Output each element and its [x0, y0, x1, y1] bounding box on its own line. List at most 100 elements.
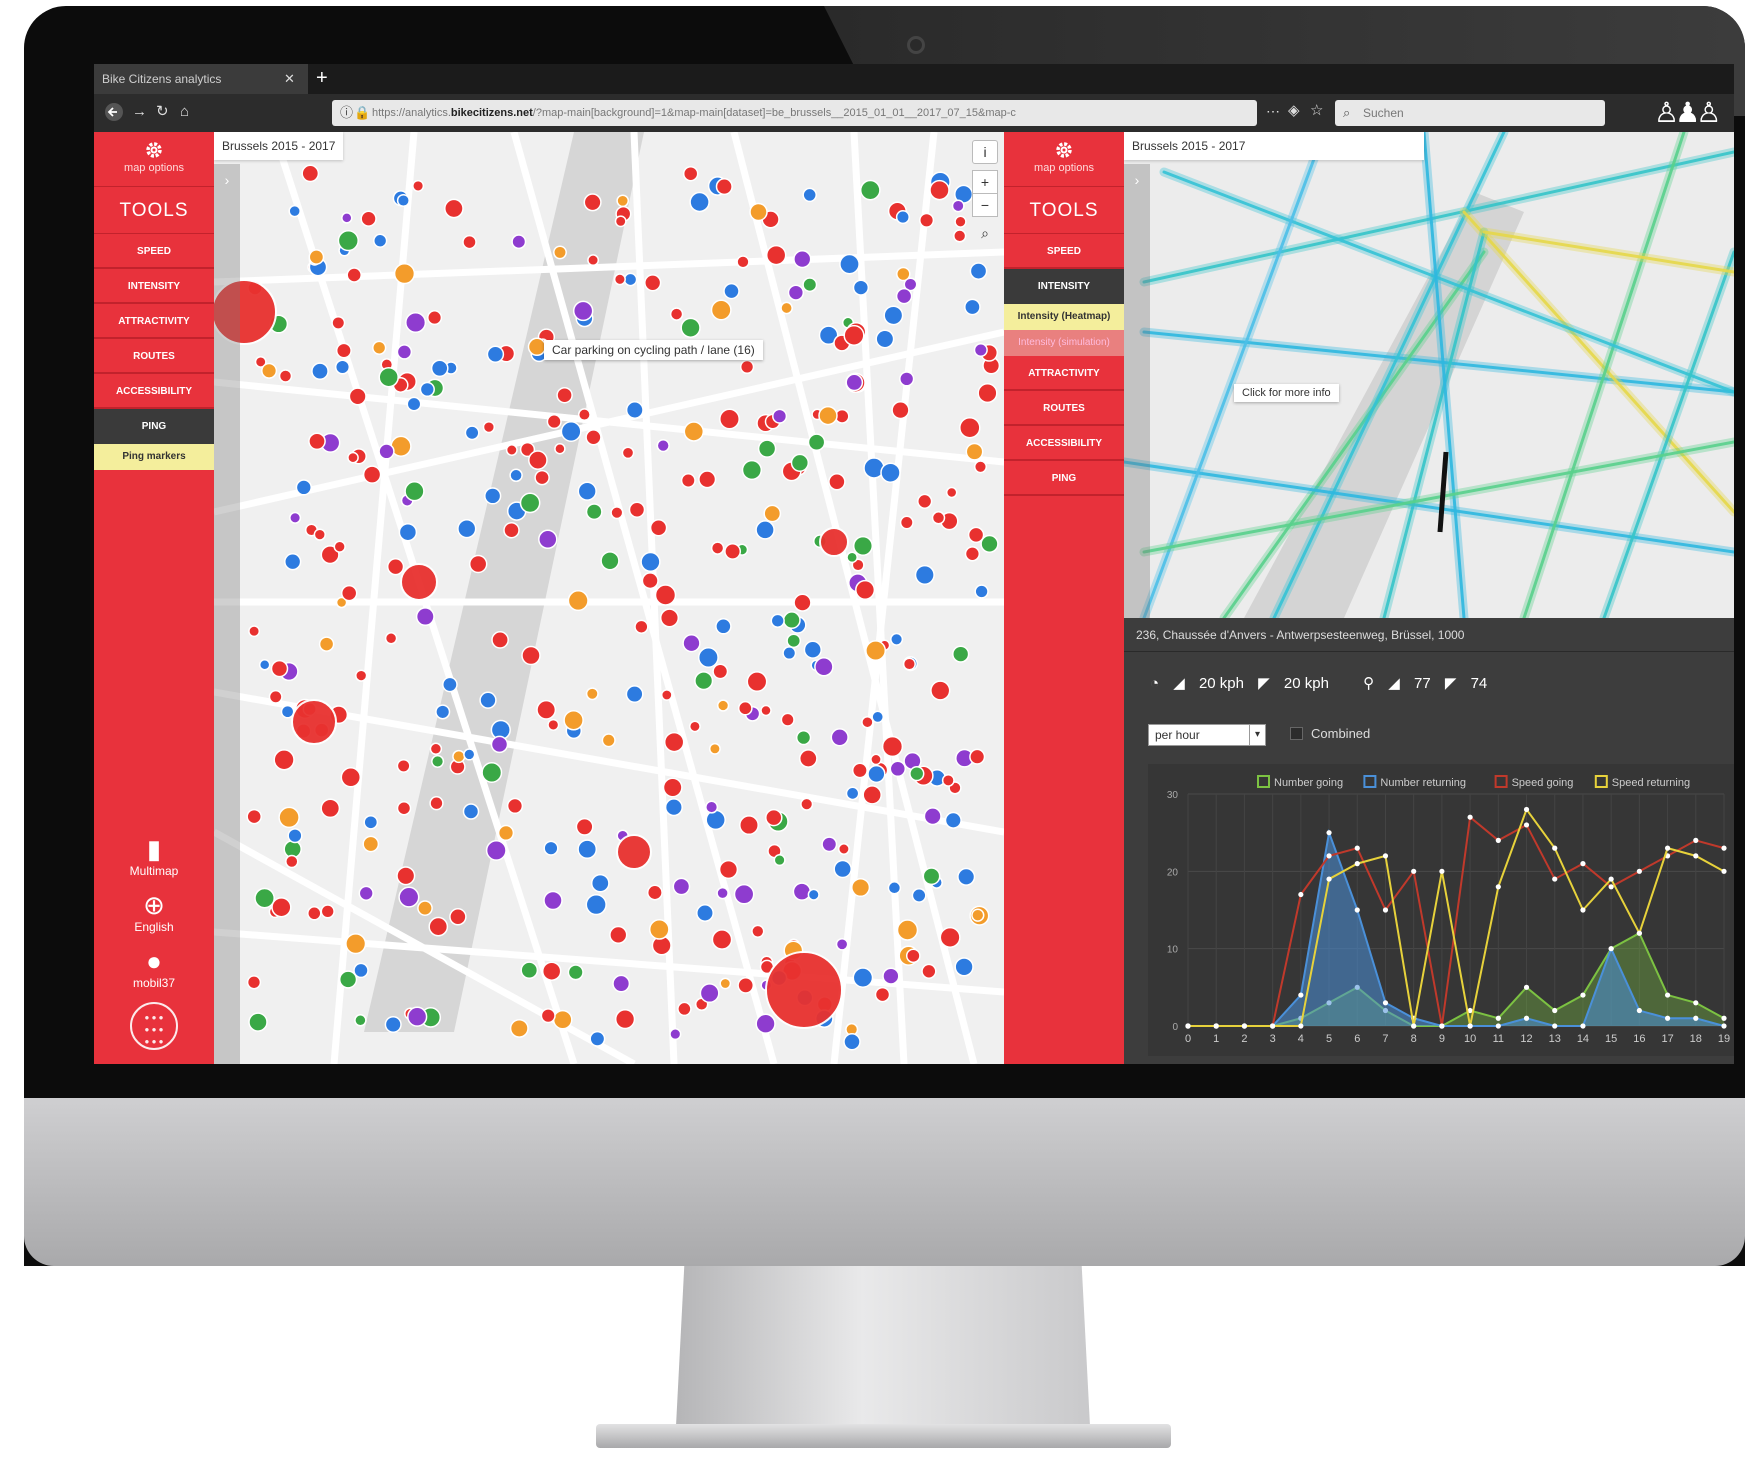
data-point — [1185, 1023, 1191, 1029]
page-actions-icon[interactable]: ⋯ — [1266, 101, 1280, 121]
ping-marker — [641, 572, 659, 590]
ping-marker — [719, 408, 740, 430]
tool-ping-right[interactable]: PING — [1004, 461, 1124, 496]
people-silhouette-icon: ♙♟♙ — [1654, 97, 1721, 128]
ping-marker — [846, 551, 858, 564]
y-tick-label: 30 — [1167, 790, 1179, 801]
ping-marker — [348, 387, 367, 406]
ping-marker — [552, 1009, 573, 1030]
forward-icon[interactable]: → — [132, 102, 147, 122]
tool-intensity-heatmap[interactable]: Intensity (Heatmap) — [1004, 304, 1124, 330]
tool-ping[interactable]: PING — [94, 409, 214, 444]
gear-icon — [146, 142, 162, 158]
magnifier-icon[interactable]: ⌕ — [972, 222, 998, 244]
ping-marker — [741, 459, 763, 481]
ping-marker — [708, 742, 721, 755]
tool-routes-right[interactable]: ROUTES — [1004, 391, 1124, 426]
ping-marker — [716, 886, 729, 900]
heatmap-street — [1272, 132, 1506, 618]
ping-marker — [567, 590, 589, 612]
ping-map[interactable]: Brussels 2015 - 2017 › i + − ⌕ Car parki… — [214, 132, 1004, 1064]
new-tab-button[interactable]: + — [316, 64, 328, 92]
data-point — [1580, 1023, 1586, 1029]
ping-marker — [899, 515, 914, 530]
ping-map-canvas[interactable] — [214, 132, 1004, 1064]
bike-citizens-logo[interactable]: ● ● ● ● ● ● ● ● ● — [130, 1002, 178, 1050]
pocket-icon[interactable]: ◈ — [1288, 101, 1300, 121]
bookmark-star-icon[interactable]: ☆ — [1310, 101, 1323, 121]
tool-speed-right[interactable]: SPEED — [1004, 234, 1124, 269]
data-point — [1552, 845, 1558, 851]
data-point — [1326, 876, 1332, 882]
ping-marker — [664, 798, 683, 817]
left-sidebar-footer: ▮ Multimap ⊕ English ● mobil37 ● ● ● ● ● … — [94, 834, 214, 1064]
ping-tooltip: Car parking on cycling path / lane (16) — [544, 340, 763, 360]
home-icon[interactable]: ⌂ — [180, 102, 189, 122]
map-options-button-right[interactable]: map options — [1004, 132, 1124, 174]
expand-panel-button[interactable]: › — [214, 164, 240, 1064]
ping-marker — [396, 193, 410, 208]
data-point — [1523, 1015, 1530, 1021]
tool-routes[interactable]: ROUTES — [94, 339, 214, 374]
ping-marker — [541, 961, 562, 981]
ping-marker — [427, 310, 443, 326]
chevron-right-icon: › — [224, 172, 230, 188]
multimap-button[interactable]: ▮ Multimap — [94, 834, 214, 878]
data-point — [1382, 853, 1389, 859]
ping-marker — [301, 164, 320, 183]
user-button[interactable]: ● mobil37 — [94, 946, 214, 990]
period-select[interactable]: per hour ▾ — [1148, 724, 1266, 746]
ping-marker — [792, 882, 812, 901]
ping-marker — [634, 619, 649, 634]
url-domain: bikecitizens.net — [450, 107, 533, 119]
tool-attractivity[interactable]: ATTRACTIVITY — [94, 304, 214, 339]
zoom-out-button[interactable]: − — [972, 193, 998, 217]
map-info-button[interactable]: i — [972, 140, 998, 164]
combined-checkbox[interactable]: Combined — [1290, 726, 1370, 741]
tool-accessibility-right[interactable]: ACCESSIBILITY — [1004, 426, 1124, 461]
ping-marker — [875, 329, 895, 349]
search-input[interactable]: ⌕ Suchen — [1335, 100, 1605, 126]
tool-intensity-simulation[interactable]: Intensity (simulation) — [1004, 330, 1124, 356]
ping-marker — [951, 199, 965, 213]
ping-marker — [482, 420, 496, 434]
ping-marker — [689, 191, 710, 213]
tool-ping-markers[interactable]: Ping markers — [94, 444, 214, 470]
tool-intensity-right[interactable]: INTENSITY — [1004, 269, 1124, 304]
back-icon[interactable] — [104, 102, 124, 128]
ping-marker — [610, 506, 624, 520]
browser-tab-bar: Bike Citizens analytics ✕ + — [94, 64, 1734, 94]
heatmap-canvas[interactable] — [1124, 132, 1734, 618]
tool-intensity[interactable]: INTENSITY — [94, 269, 214, 304]
ping-marker — [881, 735, 904, 758]
zoom-in-button[interactable]: + — [972, 170, 998, 194]
reload-icon[interactable]: ↻ — [156, 102, 169, 122]
data-point — [1213, 1023, 1219, 1029]
ping-marker — [393, 262, 416, 285]
monitor-base — [596, 1424, 1171, 1448]
ping-marker — [780, 301, 793, 315]
url-bar[interactable]: ⓘ 🔒 https://analytics.bikecitizens.net/?… — [332, 100, 1257, 126]
tool-speed[interactable]: SPEED — [94, 234, 214, 269]
map-options-button[interactable]: map options — [94, 132, 214, 174]
ping-marker — [802, 277, 818, 293]
ping-marker — [715, 178, 733, 196]
ping-marker — [519, 492, 541, 514]
ping-marker — [485, 839, 507, 861]
info-icon[interactable]: ⓘ — [340, 100, 353, 126]
ping-marker — [313, 528, 326, 541]
tool-attractivity-right[interactable]: ATTRACTIVITY — [1004, 356, 1124, 391]
close-tab-icon[interactable]: ✕ — [284, 64, 295, 94]
browser-tab[interactable]: Bike Citizens analytics ✕ — [94, 64, 308, 94]
expand-panel-button-right[interactable]: › — [1124, 164, 1150, 618]
heatmap-map[interactable]: Brussels 2015 - 2017 › Click for more in… — [1124, 132, 1734, 618]
ping-marker — [852, 535, 874, 556]
direction-down-icon: ◤ — [1444, 675, 1457, 692]
tool-accessibility[interactable]: ACCESSIBILITY — [94, 374, 214, 409]
x-tick-label: 17 — [1661, 1033, 1673, 1045]
data-point — [1382, 1000, 1389, 1006]
ping-marker — [851, 877, 871, 898]
ping-marker — [773, 854, 786, 867]
language-button[interactable]: ⊕ English — [94, 890, 214, 934]
ping-marker — [340, 584, 358, 602]
